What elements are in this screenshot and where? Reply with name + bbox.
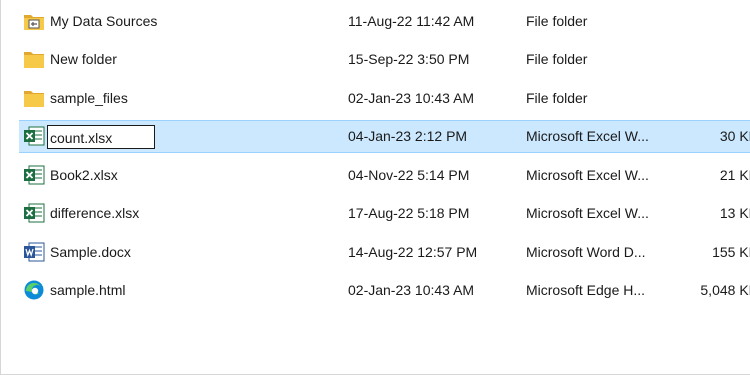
file-date: 14-Aug-22 12:57 PM — [348, 244, 478, 260]
file-size: 13 KB — [719, 205, 750, 221]
file-date: 04-Jan-23 2:12 PM — [348, 128, 468, 144]
file-row[interactable]: sample.html 02-Jan-23 10:43 AM Microsoft… — [19, 275, 750, 306]
file-name: New folder — [50, 51, 117, 67]
excel-icon — [23, 125, 45, 147]
file-date: 11-Aug-22 11:42 AM — [348, 13, 475, 29]
file-name: sample.html — [50, 282, 126, 298]
folder-icon — [23, 87, 45, 109]
file-date: 02-Jan-23 10:43 AM — [348, 282, 475, 298]
word-icon — [23, 241, 45, 263]
file-row[interactable]: Book2.xlsx 04-Nov-22 5:14 PM Microsoft E… — [19, 160, 750, 191]
file-type: Microsoft Edge H... — [526, 282, 646, 298]
file-date: 17-Aug-22 5:18 PM — [348, 205, 470, 221]
file-row-selected[interactable]: 04-Jan-23 2:12 PM Microsoft Excel W... 3… — [19, 120, 750, 153]
file-name: sample_files — [50, 90, 128, 106]
file-row[interactable]: Sample.docx 14-Aug-22 12:57 PM Microsoft… — [19, 237, 750, 268]
file-row[interactable]: My Data Sources 11-Aug-22 11:42 AM File … — [19, 6, 750, 37]
file-date: 04-Nov-22 5:14 PM — [348, 167, 470, 183]
edge-icon — [23, 279, 45, 301]
file-row[interactable]: New folder 15-Sep-22 3:50 PM File folder — [19, 44, 750, 75]
file-list-pane: My Data Sources 11-Aug-22 11:42 AM File … — [0, 0, 750, 375]
file-row[interactable]: difference.xlsx 17-Aug-22 5:18 PM Micros… — [19, 198, 750, 229]
file-size: 5,048 KB — [700, 282, 750, 298]
file-name: Sample.docx — [50, 244, 131, 260]
file-type: Microsoft Excel W... — [526, 128, 649, 144]
excel-icon — [23, 202, 45, 224]
file-size — [662, 90, 750, 106]
file-row[interactable]: sample_files 02-Jan-23 10:43 AM File fol… — [19, 83, 750, 114]
rename-input[interactable] — [47, 125, 155, 149]
file-type: Microsoft Word D... — [526, 244, 646, 260]
file-type: Microsoft Excel W... — [526, 167, 649, 183]
file-size: 155 KB — [712, 244, 750, 260]
file-type: Microsoft Excel W... — [526, 205, 649, 221]
file-date: 15-Sep-22 3:50 PM — [348, 51, 470, 67]
file-name: difference.xlsx — [50, 205, 140, 221]
file-size — [662, 13, 750, 29]
excel-icon — [23, 164, 45, 186]
file-size: 30 KB — [719, 128, 750, 144]
data-sources-folder-icon — [23, 10, 45, 32]
file-name: Book2.xlsx — [50, 167, 118, 183]
file-date: 02-Jan-23 10:43 AM — [348, 90, 475, 106]
file-size — [662, 51, 750, 67]
file-size: 21 KB — [719, 167, 750, 183]
file-name: My Data Sources — [50, 13, 158, 29]
folder-icon — [23, 48, 45, 70]
file-type: File folder — [526, 51, 588, 67]
file-type: File folder — [526, 90, 588, 106]
file-type: File folder — [526, 13, 588, 29]
